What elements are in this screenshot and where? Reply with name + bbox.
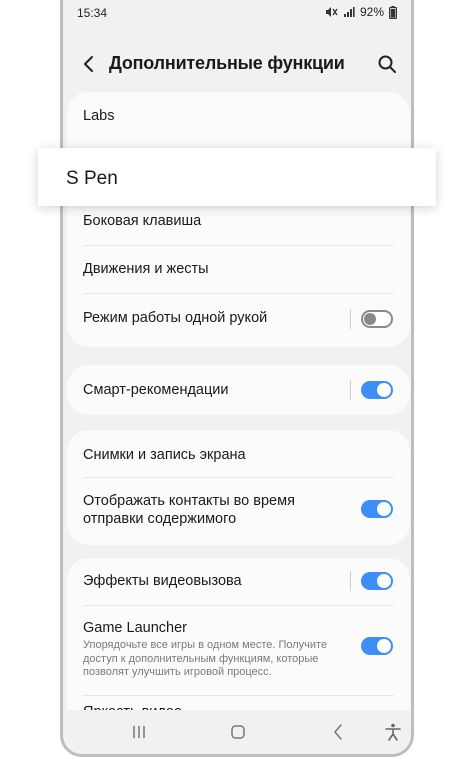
home-button[interactable] [228, 722, 248, 742]
accessibility-icon [385, 723, 401, 741]
accessibility-button[interactable] [383, 722, 403, 742]
search-button[interactable] [375, 52, 399, 76]
navigation-bar [63, 710, 411, 754]
settings-group-2: Смарт-рекомендации [67, 365, 410, 415]
search-icon [378, 55, 396, 73]
chevron-left-icon [84, 56, 93, 72]
back-button[interactable] [77, 52, 101, 76]
vertical-separator [350, 380, 351, 400]
list-item-motions[interactable]: Движения и жесты [67, 246, 410, 294]
signal-icon [343, 6, 355, 18]
settings-group-3: Снимки и запись экрана Отображать контак… [67, 430, 410, 545]
status-time: 15:34 [77, 6, 108, 20]
home-icon [231, 725, 245, 739]
back-icon [334, 724, 342, 740]
phone-screen: 15:34 92% Дополнительные функции Labs Бо… [60, 0, 414, 757]
app-header: Дополнительные функции [63, 40, 411, 88]
battery-percent: 92% [359, 5, 384, 19]
list-item-video-effects[interactable]: Эффекты видеовызова [67, 558, 410, 606]
recents-icon [133, 726, 145, 738]
recents-button[interactable] [129, 722, 149, 742]
spen-label: S Pen [66, 168, 118, 189]
game-desc-line-2: доступ к дополнительным функциям, которы… [83, 652, 319, 665]
game-desc-line-1: Упорядочьте все игры в одном месте. Полу… [83, 639, 328, 651]
contacts-line-2: отправки содержимого [83, 511, 237, 527]
settings-group-1: Labs Боковая клавиша Движения и жесты Ре… [67, 92, 410, 347]
smart-toggle[interactable] [361, 381, 393, 399]
contacts-line-1: Отображать контакты во время [83, 493, 295, 509]
list-item-spen[interactable]: S Pen [38, 148, 436, 206]
list-item-contacts[interactable]: Отображать контакты во время отправки со… [67, 478, 410, 545]
list-item-one-hand[interactable]: Режим работы одной рукой [67, 294, 410, 344]
vertical-separator [350, 309, 351, 329]
game-desc-line-3: позволят улучшить игровой процесс. [83, 666, 272, 678]
status-bar: 15:34 92% [63, 0, 411, 26]
back-nav-button[interactable] [328, 722, 348, 742]
video-effects-toggle[interactable] [361, 572, 393, 590]
battery-icon [389, 5, 397, 19]
list-item-screenshots[interactable]: Снимки и запись экрана [67, 430, 410, 478]
one-hand-toggle[interactable] [361, 310, 393, 328]
list-item-smart[interactable]: Смарт-рекомендации [67, 365, 410, 415]
list-item-labs[interactable]: Labs [67, 92, 410, 140]
game-launcher-toggle[interactable] [361, 637, 393, 655]
vertical-separator [350, 571, 351, 591]
list-item-game-launcher[interactable]: Game Launcher Упорядочьте все игры в одн… [67, 606, 410, 696]
contacts-toggle[interactable] [361, 500, 393, 518]
mute-icon [325, 6, 338, 18]
page-title: Дополнительные функции [109, 53, 345, 73]
